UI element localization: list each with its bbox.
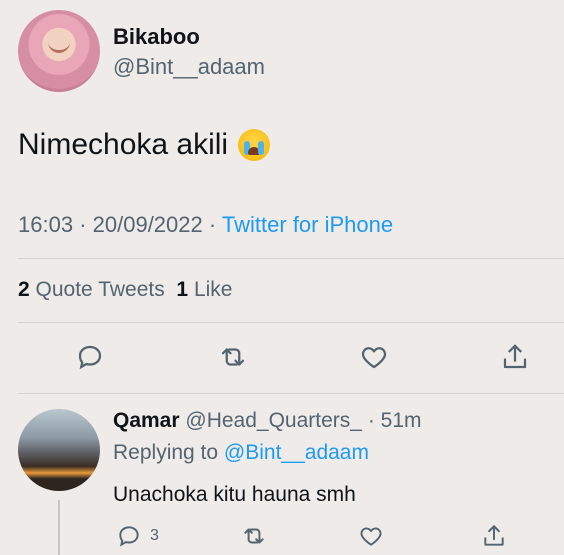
reply-age[interactable]: 51m [381,409,422,432]
tweet-date[interactable]: 20/09/2022 [93,212,203,237]
share-icon [484,525,504,546]
author-handle[interactable]: @Bint__adaam [113,54,265,80]
tweet-actions [0,340,564,376]
reply-share-button[interactable] [481,521,507,551]
quote-label: Quote Tweets [35,278,165,301]
quote-count: 2 [18,278,30,301]
tweet-text-content: Nimechoka akili [18,128,229,161]
replying-prefix: Replying to [113,441,219,464]
tweet-meta: 16:03 · 20/09/2022 · Twitter for iPhone [18,212,393,238]
meta-separator: · [208,212,222,237]
reply-author-avatar[interactable] [18,409,100,491]
divider [18,258,564,259]
reply-text: Unachoka kitu hauna smh [113,483,356,506]
reply-icon [119,526,139,547]
quote-tweets-link[interactable]: 2 Quote Tweets [18,278,165,301]
reply-icon [78,345,102,370]
tweet-stats: 2 Quote Tweets 1 Like [18,278,232,302]
loudly-crying-face-icon [238,129,271,161]
author-avatar[interactable] [18,10,100,92]
share-button[interactable] [498,340,532,374]
divider [18,322,564,323]
reply-actions: 3 [0,521,564,551]
tweet-source[interactable]: Twitter for iPhone [222,212,393,237]
like-count: 1 [176,278,189,301]
retweet-icon [221,348,245,366]
replying-to-handle[interactable]: @Bint__adaam [224,441,369,464]
share-icon [503,344,527,369]
reply-like-button[interactable] [358,521,384,551]
reply-author-name[interactable]: Qamar [113,409,180,432]
replying-to: Replying to @Bint__adaam [113,441,369,465]
reply-retweet-button[interactable] [241,521,267,551]
reply-reply-button[interactable]: 3 [116,521,159,551]
author-name[interactable]: Bikaboo [113,24,200,50]
meta-separator: · [79,212,93,237]
tweet-time[interactable]: 16:03 [18,212,73,237]
divider [18,393,564,394]
retweet-button[interactable] [216,340,250,374]
likes-link[interactable]: 1 Like [176,278,232,301]
reply-button[interactable] [73,340,107,374]
like-icon [361,347,387,369]
reply-count: 3 [150,527,159,544]
like-button[interactable] [357,340,391,374]
like-label: Like [193,278,233,301]
like-icon [360,527,382,546]
tweet-text: Nimechoka akili [18,128,271,162]
reply-author-handle[interactable]: @Head_Quarters_ [185,409,362,432]
reply-separator: · [367,409,381,432]
retweet-icon [244,528,264,544]
reply-header: Qamar @Head_Quarters_ · 51m [113,409,422,433]
